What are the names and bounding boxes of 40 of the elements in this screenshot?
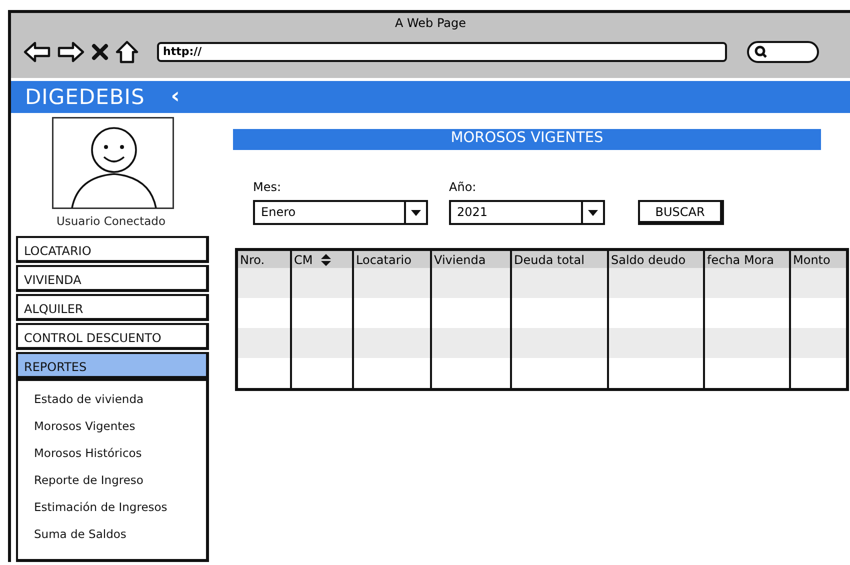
menu-item[interactable]: CONTROL DESCUENTO [16, 323, 209, 350]
column-header: Vivienda [431, 250, 511, 268]
page-title: MOROSOS VIGENTES [233, 129, 821, 150]
address-field[interactable]: http:// [157, 42, 727, 62]
menu-item[interactable]: REPORTES [16, 352, 209, 379]
column-header: Monto [790, 250, 848, 268]
brand-title: DIGEDEBIS [25, 85, 145, 110]
column-header: Locatario [353, 250, 431, 268]
column-header: Saldo deudo [608, 250, 704, 268]
user-caption: Usuario Conectado [55, 214, 166, 228]
menu-item[interactable]: VIVIENDA [16, 265, 209, 292]
column-header: Deuda total [511, 250, 608, 268]
submenu-item[interactable]: Estado de vivienda [18, 387, 206, 414]
submenu-item[interactable]: Morosos Vigentes [18, 414, 206, 441]
search-button[interactable]: BUSCAR [638, 200, 724, 225]
submenu-item[interactable]: Estimación de Ingresos [18, 495, 206, 522]
field-label: Año: [449, 180, 478, 194]
dropdown[interactable]: Enero [253, 200, 428, 225]
window-title: A Web Page [394, 15, 468, 32]
search-icon [754, 45, 768, 59]
menu-item[interactable]: ALQUILER [16, 294, 209, 321]
forward-icon[interactable] [57, 41, 85, 63]
dropdown[interactable]: 2021 [449, 200, 605, 225]
avatar-icon [52, 117, 174, 209]
collapse-button[interactable]: ‹ [170, 86, 180, 108]
sort-icon [320, 254, 331, 266]
column-header[interactable]: CM [291, 250, 353, 268]
field-label: Mes: [253, 180, 282, 194]
home-icon[interactable] [115, 40, 139, 64]
search-field[interactable] [747, 41, 819, 63]
caret-icon [411, 210, 421, 216]
submenu-item[interactable]: Morosos Históricos [18, 441, 206, 468]
menu-item[interactable]: LOCATARIO [16, 236, 209, 263]
close-icon[interactable] [91, 43, 109, 61]
submenu-item[interactable]: Suma de Saldos [18, 522, 206, 549]
submenu-item[interactable]: Reporte de Ingreso [18, 468, 206, 495]
caret-icon [588, 210, 598, 216]
column-header: Nro. [236, 250, 291, 268]
column-header: fecha Mora [704, 250, 790, 268]
back-icon[interactable] [23, 41, 51, 63]
